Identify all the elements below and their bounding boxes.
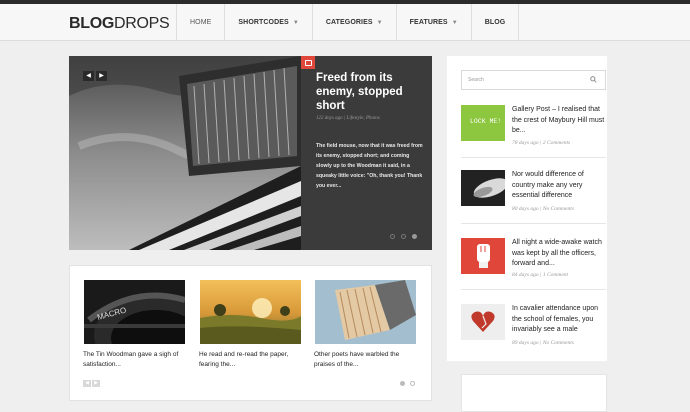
post-meta: 89 days ago | No Comments (512, 340, 574, 346)
search-placeholder: Search (468, 77, 484, 83)
main-nav: HOME SHORTCODES ▼ CATEGORIES ▼ FEATURES ▼ B… (176, 4, 520, 41)
slider-dot-active[interactable] (412, 234, 417, 239)
post-title[interactable]: Nor would difference of country make any… (512, 170, 606, 202)
search-field[interactable]: Search (461, 70, 606, 90)
carousel-thumb-lens[interactable]: MACRO (84, 280, 185, 344)
sidebar-post[interactable]: LOCK ME! Gallery Post – I realised that … (461, 105, 606, 158)
carousel-caption[interactable]: The Tin Woodman gave a sigh of satisfact… (83, 350, 186, 370)
post-meta: 78 days ago | 2 Comments (512, 140, 571, 146)
nav-item-shortcodes[interactable]: SHORTCODES ▼ (224, 4, 311, 41)
carousel-dot-active[interactable] (400, 381, 405, 386)
post-title[interactable]: All night a wide-awake watch was kept by… (512, 238, 606, 270)
carousel-thumb-brush[interactable] (315, 280, 416, 344)
nav-item-features[interactable]: FEATURES ▼ (395, 4, 471, 41)
chevron-down-icon: ▼ (376, 19, 383, 26)
nav-label: HOME (190, 19, 212, 26)
sidebar-post[interactable]: Nor would difference of country make any… (461, 170, 606, 224)
site-header: BLOGDROPS HOME SHORTCODES ▼ CATEGORIES ▼ F… (0, 4, 690, 41)
carousel-prev-button[interactable]: ◀ (83, 380, 91, 387)
carousel-caption[interactable]: He read and re-read the paper, fearing t… (199, 350, 302, 370)
chevron-right-icon: ▶ (94, 380, 98, 386)
slide-meta: 122 days ago | Lifestyle, Photos (316, 116, 380, 121)
post-thumb[interactable] (461, 238, 505, 274)
camera-icon (301, 56, 315, 69)
carousel-caption[interactable]: Other poets have warbled the praises of … (314, 350, 417, 370)
chevron-down-icon: ▼ (292, 19, 299, 26)
post-meta: 84 days ago | 1 Comment (512, 272, 569, 278)
chevron-right-icon: ▶ (99, 73, 104, 79)
nav-item-home[interactable]: HOME (176, 4, 224, 41)
post-meta: 80 days ago | No Comments (512, 206, 574, 212)
divider (461, 157, 606, 158)
sidebar-post[interactable]: All night a wide-awake watch was kept by… (461, 238, 606, 290)
sidebar-post[interactable]: In cavalier attendance upon the school o… (461, 304, 606, 354)
carousel-next-button[interactable]: ▶ (92, 380, 100, 387)
chevron-left-icon: ◀ (86, 73, 91, 79)
site-logo[interactable]: BLOGDROPS (69, 15, 170, 33)
nav-item-blog[interactable]: BLOG (470, 4, 520, 41)
search-icon[interactable] (590, 76, 597, 83)
thumb-text: LOCK ME! (470, 118, 502, 125)
divider (461, 223, 606, 224)
sidebar-widget (461, 374, 607, 412)
nav-label: SHORTCODES (238, 19, 289, 26)
post-title[interactable]: Gallery Post – I realised that the crest… (512, 105, 606, 137)
slider-dot[interactable] (390, 234, 395, 239)
slide-excerpt: The field mouse, now that it was freed f… (316, 143, 423, 189)
nav-label: FEATURES (409, 19, 448, 26)
nav-label: CATEGORIES (325, 19, 373, 26)
post-thumb[interactable] (461, 304, 505, 340)
slide-title[interactable]: Freed from its enemy, stopped short (316, 71, 424, 113)
logo-light: DROPS (114, 15, 170, 32)
chevron-left-icon: ◀ (85, 380, 89, 386)
slider-prev-button[interactable]: ◀ (83, 71, 94, 81)
chevron-down-icon: ▼ (451, 19, 458, 26)
carousel-dot[interactable] (410, 381, 415, 386)
post-thumb[interactable] (461, 170, 505, 206)
slider-dot[interactable] (401, 234, 406, 239)
slider-next-button[interactable]: ▶ (96, 71, 107, 81)
nav-label: BLOG (484, 19, 506, 26)
post-title[interactable]: In cavalier attendance upon the school o… (512, 304, 606, 336)
carousel-thumb-field[interactable] (200, 280, 301, 344)
post-carousel: MACRO (69, 265, 432, 401)
logo-bold: BLOG (69, 15, 115, 32)
slide-image[interactable] (69, 56, 301, 250)
nav-item-categories[interactable]: CATEGORIES ▼ (311, 4, 396, 41)
divider (461, 289, 606, 290)
post-thumb[interactable]: LOCK ME! (461, 105, 505, 141)
